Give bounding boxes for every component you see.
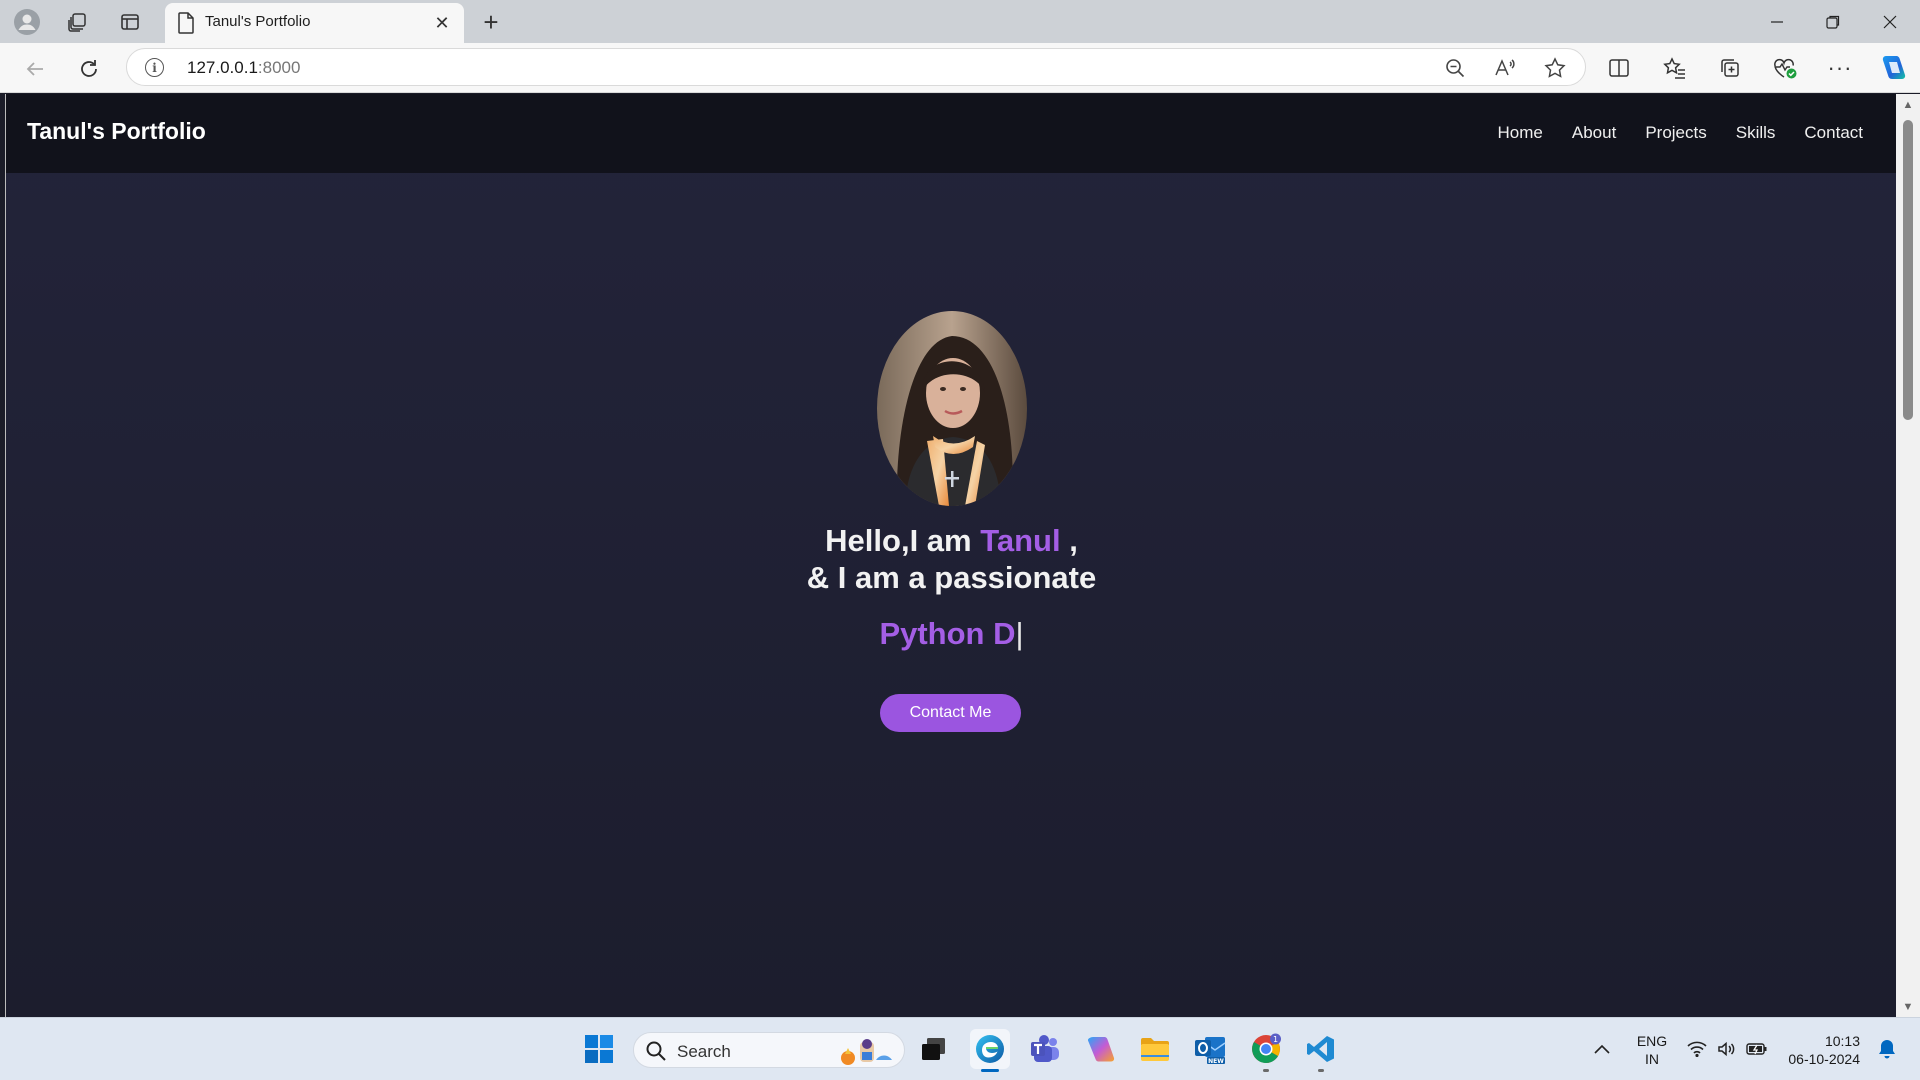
address-bar[interactable]: i 127.0.0.1:8000	[126, 48, 1586, 86]
scrollbar-thumb[interactable]	[1903, 120, 1913, 420]
split-screen-icon[interactable]	[1602, 51, 1636, 85]
windows-taskbar: Search NEW 1 ENG IN 10:13 06-10-2024	[0, 1017, 1920, 1080]
restore-icon[interactable]	[1805, 5, 1861, 39]
nav-projects[interactable]: Projects	[1645, 123, 1706, 143]
zoom-out-icon[interactable]	[1441, 54, 1469, 82]
profile-icon[interactable]	[13, 8, 41, 36]
running-app-indicator	[1263, 1069, 1269, 1072]
taskbar-search[interactable]: Search	[633, 1032, 905, 1068]
running-app-indicator	[1318, 1069, 1324, 1072]
clock-time: 10:13	[1824, 1033, 1860, 1049]
more-options-icon[interactable]: ···	[1823, 51, 1857, 85]
site-info-icon[interactable]: i	[145, 58, 164, 77]
volume-icon[interactable]	[1712, 1034, 1742, 1064]
contact-me-button[interactable]: Contact Me	[880, 694, 1021, 732]
teams-icon[interactable]	[1025, 1029, 1065, 1069]
search-highlight-icon	[841, 1039, 892, 1065]
nav-skills[interactable]: Skills	[1736, 123, 1776, 143]
outlook-new-icon[interactable]: NEW	[1190, 1029, 1230, 1069]
scroll-up-icon[interactable]: ▲	[1902, 100, 1914, 111]
clock-date: 06-10-2024	[1788, 1051, 1860, 1067]
read-aloud-icon[interactable]	[1491, 54, 1519, 82]
chrome-icon[interactable]: 1	[1246, 1029, 1286, 1072]
document-icon	[178, 12, 194, 34]
favorite-star-icon[interactable]	[1541, 54, 1569, 82]
typed-role: Python D|	[879, 616, 1024, 651]
browser-tab-bar: Tanul's Portfolio ✕ +	[0, 0, 1920, 43]
edge-taskbar-icon[interactable]	[970, 1029, 1010, 1072]
refresh-icon[interactable]	[73, 53, 105, 85]
tab-title: Tanul's Portfolio	[205, 13, 311, 30]
hero-section: Hello,I am Tanul , & I am a passionate P…	[6, 173, 1896, 1017]
new-tab-icon[interactable]: +	[475, 6, 507, 38]
url-text[interactable]: 127.0.0.1:8000	[187, 58, 300, 78]
minimize-icon[interactable]	[1749, 5, 1805, 39]
close-tab-icon[interactable]: ✕	[428, 9, 456, 37]
notification-bell-icon[interactable]	[1872, 1034, 1902, 1064]
input-language[interactable]: ENG IN	[1630, 1032, 1674, 1068]
typing-caret: |	[1015, 616, 1024, 651]
nav-home[interactable]: Home	[1498, 123, 1543, 143]
wifi-icon[interactable]	[1682, 1034, 1712, 1064]
file-explorer-icon[interactable]	[1135, 1029, 1175, 1069]
profile-photo	[877, 311, 1027, 506]
task-view-icon[interactable]	[914, 1029, 954, 1069]
nav-about[interactable]: About	[1572, 123, 1616, 143]
battery-charging-icon[interactable]	[1742, 1034, 1772, 1064]
clock[interactable]: 10:13 06-10-2024	[1778, 1032, 1860, 1068]
page-scrollbar[interactable]: ▲ ▼	[1896, 94, 1920, 1017]
search-icon	[646, 1041, 666, 1061]
workspaces-icon[interactable]	[63, 8, 91, 36]
search-label: Search	[677, 1042, 731, 1061]
page-viewport: Tanul's Portfolio Home About Projects Sk…	[5, 94, 1896, 1017]
show-hidden-icons-chevron-icon[interactable]	[1582, 1034, 1622, 1064]
active-tab[interactable]: Tanul's Portfolio ✕	[165, 3, 464, 43]
close-window-icon[interactable]	[1862, 5, 1918, 39]
copilot-icon[interactable]	[1875, 51, 1909, 85]
browser-essentials-icon[interactable]	[1768, 51, 1802, 85]
collections-icon[interactable]	[1713, 51, 1747, 85]
site-nav-links: Home About Projects Skills Contact	[1498, 123, 1863, 143]
start-icon[interactable]	[579, 1029, 619, 1069]
svg-text:1: 1	[1273, 1035, 1278, 1044]
favorites-icon[interactable]	[1658, 51, 1692, 85]
site-navbar: Tanul's Portfolio Home About Projects Sk…	[6, 94, 1896, 173]
hero-greeting: Hello,I am Tanul ,	[825, 523, 1078, 558]
vscode-icon[interactable]	[1301, 1029, 1341, 1072]
nav-contact[interactable]: Contact	[1804, 123, 1863, 143]
active-app-indicator	[981, 1069, 999, 1072]
svg-text:NEW: NEW	[1208, 1058, 1224, 1065]
vertical-tabs-icon[interactable]	[116, 8, 144, 36]
browser-toolbar: i 127.0.0.1:8000 ···	[0, 43, 1920, 93]
hero-tagline: & I am a passionate	[806, 560, 1097, 595]
scroll-down-icon[interactable]: ▼	[1902, 1002, 1914, 1013]
hero-name: Tanul	[980, 523, 1061, 558]
copilot-taskbar-icon[interactable]	[1080, 1029, 1120, 1069]
back-icon[interactable]	[19, 53, 51, 85]
site-brand[interactable]: Tanul's Portfolio	[27, 118, 206, 145]
